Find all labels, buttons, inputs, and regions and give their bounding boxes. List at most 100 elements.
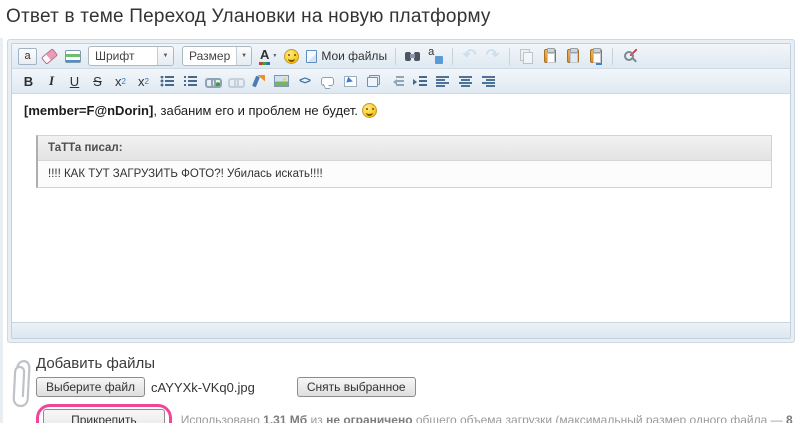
redo-button[interactable]: ↷ (482, 46, 503, 66)
spoiler-button[interactable] (340, 71, 361, 91)
member-link-button[interactable] (248, 71, 269, 91)
toolbar-row-1: a Шрифт ▼ Размер ▼ A ▼ Мои файлы a ↶ ↷ (12, 44, 790, 69)
image-button[interactable] (271, 71, 292, 91)
toolbar-separator (395, 47, 397, 65)
paste-plain-icon (566, 48, 579, 63)
search-button[interactable] (402, 46, 423, 66)
align-left-icon (436, 75, 449, 87)
quote-header: ТаТТа писал: (38, 136, 771, 161)
quote-button[interactable] (317, 71, 338, 91)
bullet-list-button[interactable] (156, 71, 177, 91)
toolbar-row-2: B I U S x2 x2 <> (12, 69, 790, 94)
underline-label: U (69, 73, 80, 89)
emoticons-button[interactable] (281, 46, 302, 66)
superscript-index: 2 (144, 76, 149, 86)
message-paragraph: [member=F@nDorin], забаним его и проблем… (24, 102, 778, 120)
attach-file-button[interactable]: Прикрепить файл (43, 409, 165, 423)
spoiler-icon (344, 75, 357, 87)
message-text: , забаним его и проблем не будет. (153, 103, 362, 118)
paste-icon (543, 48, 556, 63)
superscript-button[interactable]: x2 (133, 71, 154, 91)
numbered-list-icon (182, 75, 197, 87)
reply-editor: a Шрифт ▼ Размер ▼ A ▼ Мои файлы a ↶ ↷ B… (7, 39, 795, 343)
outdent-icon (389, 75, 404, 87)
numbered-list-button[interactable] (179, 71, 200, 91)
usage-suffix: общего объема загрузки (максимальный раз… (412, 413, 786, 423)
choose-file-button[interactable]: Выберите файл (36, 377, 146, 397)
toolbar-separator (612, 47, 614, 65)
size-dropdown[interactable]: Размер ▼ (182, 46, 252, 66)
image-icon (274, 75, 289, 87)
paste-word-icon (589, 48, 602, 63)
align-right-button[interactable] (478, 71, 499, 91)
attachments-section: Добавить файлы Выберите файл cAYYXk-VKq0… (8, 355, 800, 423)
align-center-icon (459, 75, 472, 87)
strikethrough-button[interactable]: S (87, 71, 108, 91)
attach-file-row: Прикрепить файл Использовано 1,31 Мб из … (36, 404, 800, 423)
member-icon (252, 75, 265, 88)
subscript-button[interactable]: x2 (110, 71, 131, 91)
font-dropdown[interactable]: Шрифт ▼ (88, 46, 174, 66)
strikethrough-label: S (93, 73, 102, 89)
binoculars-icon (405, 51, 420, 62)
editor-resize-bar[interactable] (12, 322, 790, 338)
usage-mid: из (307, 413, 327, 423)
undo-button[interactable]: ↶ (459, 46, 480, 66)
remove-format-button[interactable] (39, 46, 60, 66)
selected-filename: cAYYXk-VKq0.jpg (151, 379, 255, 395)
outdent-button[interactable] (386, 71, 407, 91)
copy-button[interactable] (516, 46, 537, 66)
underline-button[interactable]: U (64, 71, 85, 91)
italic-button[interactable]: I (41, 71, 62, 91)
chevron-down-icon[interactable]: ▼ (157, 47, 173, 65)
align-center-button[interactable] (455, 71, 476, 91)
page: Ответ в теме Переход Улановки на новую п… (0, 0, 800, 423)
size-dropdown-label: Размер (189, 49, 231, 63)
eraser-icon (40, 47, 59, 65)
clear-selection-button[interactable]: Снять выбранное (296, 377, 416, 397)
attachments-heading: Добавить файлы (36, 355, 156, 372)
translate-icon: a (428, 45, 444, 64)
paste-word-button[interactable] (585, 46, 606, 66)
quote-body: !!!! КАК ТУТ ЗАГРУЗИТЬ ФОТО?! Убилась ис… (38, 161, 771, 187)
italic-label: I (48, 73, 55, 88)
code-icon: <> (299, 75, 311, 87)
font-color-button[interactable]: A ▼ (257, 46, 279, 66)
usage-used: 1,31 Мб (263, 413, 308, 423)
bbcode-toggle-button[interactable]: a (18, 47, 37, 65)
find-replace-icon (622, 49, 637, 63)
indent-button[interactable] (409, 71, 430, 91)
quote-icon (321, 76, 334, 86)
bbcode-toggle-label: a (24, 50, 31, 62)
bold-label: B (23, 73, 34, 89)
align-right-icon (482, 75, 495, 87)
subscript-index: 2 (121, 76, 126, 86)
chevron-down-icon[interactable]: ▼ (236, 47, 251, 65)
toolbar-separator (509, 47, 511, 65)
editor-content[interactable]: [member=F@nDorin], забаним его и проблем… (12, 94, 790, 322)
highlight-button[interactable] (62, 46, 83, 66)
unlink-button[interactable] (225, 71, 246, 91)
paste-plain-button[interactable] (562, 46, 583, 66)
align-left-button[interactable] (432, 71, 453, 91)
indent-icon (412, 75, 427, 87)
translate-button[interactable]: a (425, 46, 446, 66)
bold-button[interactable]: B (18, 71, 39, 91)
link-icon (204, 75, 222, 88)
copy-icon (520, 49, 534, 64)
font-dropdown-label: Шрифт (95, 49, 135, 63)
redo-icon: ↷ (485, 47, 500, 64)
usage-prefix: Использовано (180, 413, 264, 423)
code-button[interactable]: <> (294, 71, 315, 91)
find-replace-button[interactable] (619, 46, 640, 66)
link-button[interactable] (202, 71, 223, 91)
translate-letter: a (428, 45, 435, 58)
media-button[interactable] (363, 71, 384, 91)
layers-icon (367, 75, 380, 87)
paste-button[interactable] (539, 46, 560, 66)
bullet-list-icon (159, 75, 174, 87)
file-icon (306, 49, 318, 63)
member-mention: [member=F@nDorin] (24, 103, 154, 118)
my-files-button[interactable]: Мои файлы (304, 46, 389, 66)
my-files-label: Мои файлы (321, 49, 388, 63)
